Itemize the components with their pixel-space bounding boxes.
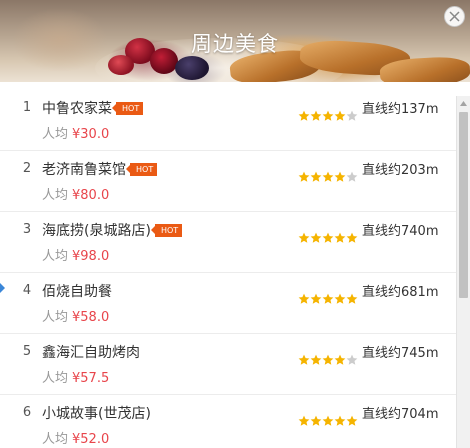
close-button[interactable]	[444, 6, 465, 27]
item-index: 3	[22, 222, 32, 237]
restaurant-name-text[interactable]: 海底捞(泉城路店)	[42, 220, 151, 240]
list-item[interactable]: 3 海底捞(泉城路店) HOT 人均 ¥98.0 直线约740m	[0, 212, 456, 273]
price-value: ¥80.0	[72, 188, 110, 203]
star-rating	[298, 232, 358, 244]
star-rating	[298, 415, 358, 427]
restaurant-name[interactable]: 海底捞(泉城路店) HOT	[42, 220, 183, 240]
star-filled-icon	[298, 232, 310, 243]
list-item[interactable]: 6 小城故事(世茂店) 人均 ¥52.0 直线约704m	[0, 395, 456, 448]
star-filled-icon	[298, 415, 310, 426]
star-rating	[298, 110, 358, 122]
item-index: 2	[22, 161, 32, 176]
distance-text: 直线约704m	[362, 407, 439, 422]
page-title: 周边美食	[191, 32, 279, 56]
star-filled-icon	[298, 293, 310, 304]
restaurant-name-text[interactable]: 鑫海汇自助烤肉	[42, 342, 140, 362]
banner-berry-image	[108, 55, 134, 75]
price-label: 人均	[42, 127, 69, 142]
star-empty-icon	[346, 171, 358, 182]
price-value: ¥57.5	[72, 371, 110, 386]
hot-badge: HOT	[125, 162, 158, 176]
price-label: 人均	[42, 188, 69, 203]
price-label: 人均	[42, 432, 69, 447]
restaurant-name-text[interactable]: 老济南鲁菜馆	[42, 159, 126, 179]
hot-badge: HOT	[150, 223, 183, 237]
star-filled-icon	[346, 415, 358, 426]
star-filled-icon	[322, 171, 334, 182]
price-value: ¥58.0	[72, 310, 110, 325]
price-label: 人均	[42, 371, 69, 386]
price-value: ¥30.0	[72, 127, 110, 142]
restaurant-name-text[interactable]: 中鲁农家菜	[42, 98, 112, 118]
restaurant-name[interactable]: 老济南鲁菜馆 HOT	[42, 159, 158, 179]
star-filled-icon	[322, 110, 334, 121]
average-price: 人均 ¥80.0	[42, 184, 109, 203]
price-value: ¥98.0	[72, 249, 110, 264]
star-filled-icon	[346, 232, 358, 243]
distance-text: 直线约740m	[362, 224, 439, 239]
star-filled-icon	[310, 171, 322, 182]
star-filled-icon	[334, 110, 346, 121]
star-filled-icon	[298, 354, 310, 365]
item-index: 1	[22, 100, 32, 115]
star-filled-icon	[322, 354, 334, 365]
star-rating	[298, 354, 358, 366]
star-filled-icon	[334, 415, 346, 426]
list-item[interactable]: 1 中鲁农家菜 HOT 人均 ¥30.0 直线约137m	[0, 90, 456, 151]
star-empty-icon	[346, 354, 358, 365]
star-filled-icon	[322, 293, 334, 304]
star-filled-icon	[310, 293, 322, 304]
star-filled-icon	[334, 232, 346, 243]
scrollbar-thumb[interactable]	[459, 112, 468, 298]
restaurant-name[interactable]: 中鲁农家菜 HOT	[42, 98, 144, 118]
star-filled-icon	[334, 293, 346, 304]
star-filled-icon	[334, 354, 346, 365]
star-filled-icon	[322, 415, 334, 426]
distance-text: 直线约745m	[362, 346, 439, 361]
star-rating	[298, 293, 358, 305]
vertical-scrollbar[interactable]	[456, 96, 470, 448]
star-empty-icon	[346, 110, 358, 121]
average-price: 人均 ¥30.0	[42, 123, 109, 142]
average-price: 人均 ¥52.0	[42, 428, 109, 447]
star-filled-icon	[346, 293, 358, 304]
header-banner: 周边美食	[0, 0, 470, 82]
average-price: 人均 ¥98.0	[42, 245, 109, 264]
restaurant-name[interactable]: 鑫海汇自助烤肉	[42, 342, 140, 362]
list-item[interactable]: 2 老济南鲁菜馆 HOT 人均 ¥80.0 直线约203m	[0, 151, 456, 212]
star-filled-icon	[310, 232, 322, 243]
banner-berry-image	[175, 56, 209, 80]
price-label: 人均	[42, 249, 69, 264]
star-filled-icon	[310, 354, 322, 365]
item-index: 5	[22, 344, 32, 359]
scroll-up-button[interactable]	[457, 96, 470, 110]
arrow-up-icon	[460, 100, 467, 106]
list-item[interactable]: 5 鑫海汇自助烤肉 人均 ¥57.5 直线约745m	[0, 334, 456, 395]
restaurant-name[interactable]: 小城故事(世茂店)	[42, 403, 151, 423]
star-filled-icon	[310, 415, 322, 426]
item-index: 4	[22, 283, 32, 298]
distance-text: 直线约137m	[362, 102, 439, 117]
close-icon	[449, 11, 460, 22]
restaurant-name-text[interactable]: 小城故事(世茂店)	[42, 403, 151, 423]
star-filled-icon	[298, 171, 310, 182]
restaurant-list: 1 中鲁农家菜 HOT 人均 ¥30.0 直线约137m 2 老济南鲁菜馆 HOT 人均 ¥80.0…	[0, 90, 456, 448]
star-filled-icon	[310, 110, 322, 121]
star-filled-icon	[298, 110, 310, 121]
hot-badge: HOT	[111, 101, 144, 115]
star-filled-icon	[334, 171, 346, 182]
price-value: ¥52.0	[72, 432, 110, 447]
restaurant-name[interactable]: 佰烧自助餐	[42, 281, 112, 301]
price-label: 人均	[42, 310, 69, 325]
star-filled-icon	[322, 232, 334, 243]
nearby-food-panel: 周边美食 1 中鲁农家菜 HOT 人均 ¥30.0 直线约137m 2 老济南鲁菜馆 HOT 人均…	[0, 0, 470, 448]
star-rating	[298, 171, 358, 183]
list-item[interactable]: 4 佰烧自助餐人均 ¥58.0 直线约681m	[0, 273, 456, 334]
distance-text: 直线约203m	[362, 163, 439, 178]
average-price: 人均 ¥57.5	[42, 367, 109, 386]
restaurant-name-text[interactable]: 佰烧自助餐	[42, 281, 112, 301]
item-index: 6	[22, 405, 32, 420]
distance-text: 直线约681m	[362, 285, 439, 300]
average-price: 人均 ¥58.0	[42, 306, 109, 325]
